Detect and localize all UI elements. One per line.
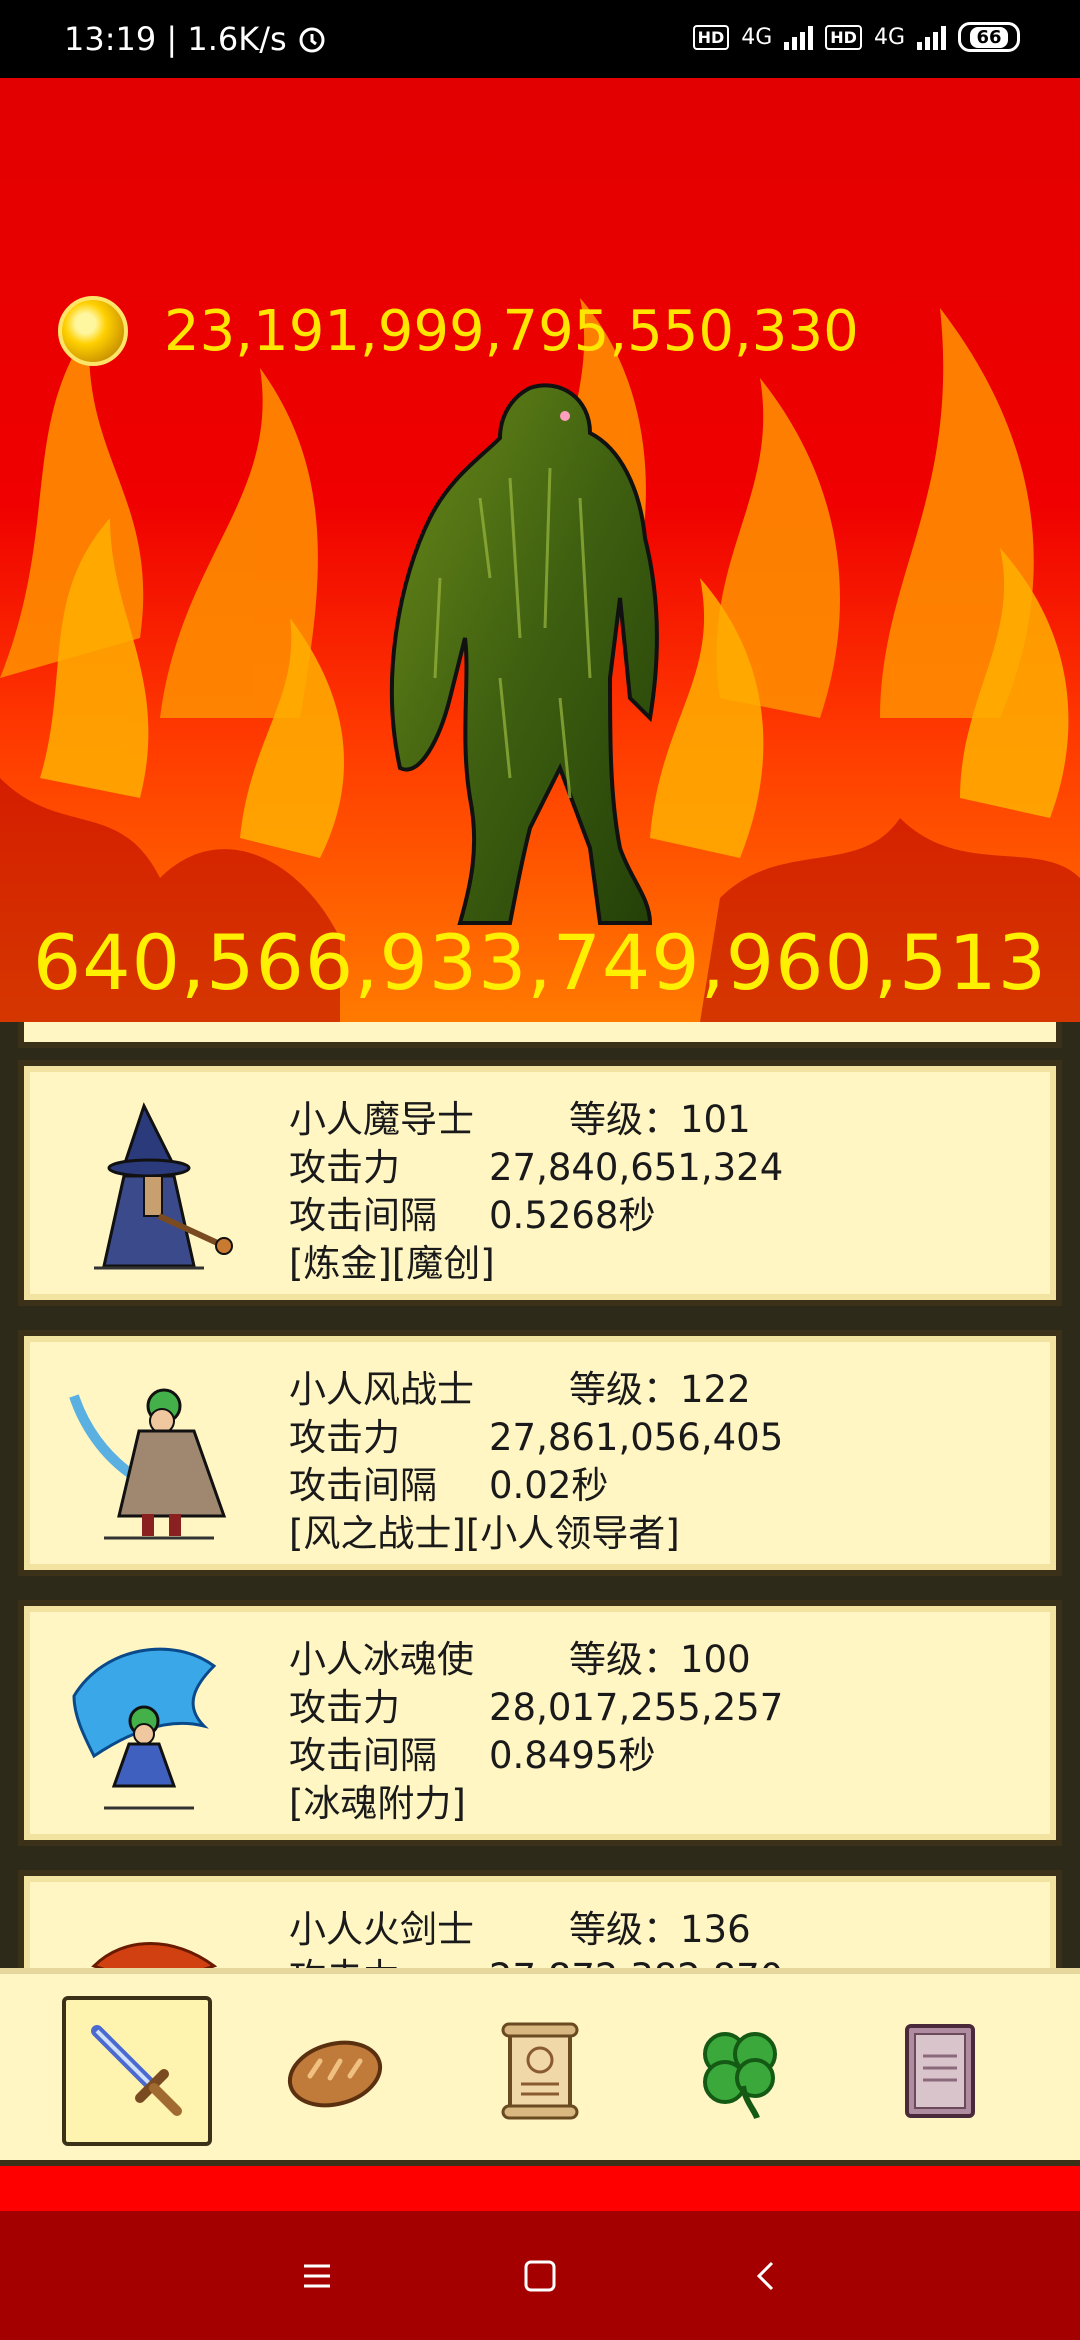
hero-info: 小人火剑士等级：136 攻击力27,872,382,870: [289, 1906, 783, 1970]
book-icon: [905, 2024, 975, 2118]
hero-level: 等级：136: [569, 1908, 751, 1951]
home-icon[interactable]: [515, 2251, 565, 2301]
attack-value: 27,861,056,405: [489, 1416, 784, 1459]
interval-label: 攻击间隔: [289, 1734, 437, 1777]
hero-skills: [炼金][魔创]: [289, 1242, 495, 1285]
boss-hp: 640,566,933,749,960,513: [32, 918, 1048, 1007]
swamp-monster-boss[interactable]: [360, 378, 720, 958]
battery-level: 66: [970, 26, 1008, 48]
attack-value: 28,017,255,257: [489, 1686, 784, 1729]
hero-level: 等级：101: [569, 1098, 751, 1141]
hero-name: 小人冰魂使: [289, 1638, 474, 1681]
hero-level: 等级：100: [569, 1638, 751, 1681]
menu-icon[interactable]: [292, 2251, 342, 2301]
red-divider: [0, 2166, 1080, 2211]
mage-portrait-icon: [94, 1102, 233, 1270]
sword-icon: [91, 2025, 182, 2116]
attack-label: 攻击力: [289, 1686, 400, 1729]
hero-name: 小人魔导士: [289, 1098, 474, 1141]
hd-badge-2: HD: [825, 24, 862, 50]
back-icon[interactable]: [742, 2251, 792, 2301]
tab-heroes[interactable]: [62, 1996, 212, 2146]
hero-skills: [冰魂附力]: [289, 1782, 466, 1825]
battle-area[interactable]: 23,191,999,795,550,330 640,566,933,749,9…: [0, 78, 1080, 1022]
hero-level: 等级：122: [569, 1368, 751, 1411]
hero-info: 小人冰魂使 等级：100 攻击力 28,017,255,257 攻击间隔 0.8495…: [289, 1636, 783, 1828]
attack-label: 攻击力: [289, 1416, 400, 1459]
hero-name: 小人火剑士: [289, 1908, 474, 1951]
hero-skills: [风之战士][小人领导者]: [289, 1512, 680, 1555]
system-nav-bar: [0, 2211, 1080, 2340]
hero-card-wind-warrior[interactable]: 小人风战士 等级：122 攻击力 27,861,056,405 攻击间隔 0.02秒 …: [18, 1330, 1062, 1576]
tab-scroll[interactable]: [465, 1996, 615, 2146]
coin-counter: 23,191,999,795,550,330: [58, 296, 859, 366]
interval-label: 攻击间隔: [289, 1464, 437, 1507]
hero-info: 小人魔导士 等级：101 攻击力 27,840,651,324 攻击间隔 0.5268…: [289, 1096, 783, 1288]
tab-luck[interactable]: [665, 1996, 815, 2146]
bottom-tab-bar: [0, 1968, 1080, 2166]
coin-amount: 23,191,999,795,550,330: [164, 298, 859, 364]
network-label: 4G: [741, 24, 773, 50]
hero-card-fire-sword[interactable]: 小人火剑士等级：136 攻击力27,872,382,870: [18, 1870, 1062, 1970]
gold-coin-icon: [58, 296, 128, 366]
tab-book[interactable]: [865, 1996, 1015, 2146]
clover-icon: [703, 2032, 777, 2120]
interval-value: 0.8495秒: [489, 1734, 656, 1777]
interval-value: 0.02秒: [489, 1464, 609, 1507]
attack-value: 27,840,651,324: [489, 1146, 784, 1189]
battery-icon: 66: [958, 22, 1020, 52]
list-item-partial: [18, 1022, 1062, 1048]
status-bar: 13:19 | 1.6K/s HD 4G HD 4G 66: [0, 0, 1080, 78]
ice-soul-portrait-icon: [72, 1647, 217, 1810]
interval-label: 攻击间隔: [289, 1194, 437, 1237]
hero-list[interactable]: 小人魔导士 等级：101 攻击力 27,840,651,324 攻击间隔 0.5268…: [0, 1022, 1080, 1970]
interval-value: 0.5268秒: [489, 1194, 656, 1237]
tab-food[interactable]: [260, 1996, 410, 2146]
network-label-2: 4G: [873, 24, 905, 50]
bread-icon: [287, 2040, 383, 2108]
hero-info: 小人风战士 等级：122 攻击力 27,861,056,405 攻击间隔 0.02秒 …: [289, 1366, 783, 1558]
signal-icon: [784, 24, 814, 50]
status-time: 13:19 | 1.6K/s: [64, 20, 287, 58]
alarm-icon: [299, 27, 325, 53]
scroll-icon: [501, 2022, 579, 2120]
attack-label: 攻击力: [289, 1146, 400, 1189]
hero-name: 小人风战士: [289, 1368, 474, 1411]
fire-sword-portrait-icon: [91, 1942, 218, 1970]
hd-badge: HD: [692, 24, 730, 50]
signal-icon-2: [917, 24, 946, 50]
hero-card-ice-soul[interactable]: 小人冰魂使 等级：100 攻击力 28,017,255,257 攻击间隔 0.8495…: [18, 1600, 1062, 1846]
hero-card-mage[interactable]: 小人魔导士 等级：101 攻击力 27,840,651,324 攻击间隔 0.5268…: [18, 1060, 1062, 1306]
wind-warrior-portrait-icon: [69, 1388, 227, 1540]
